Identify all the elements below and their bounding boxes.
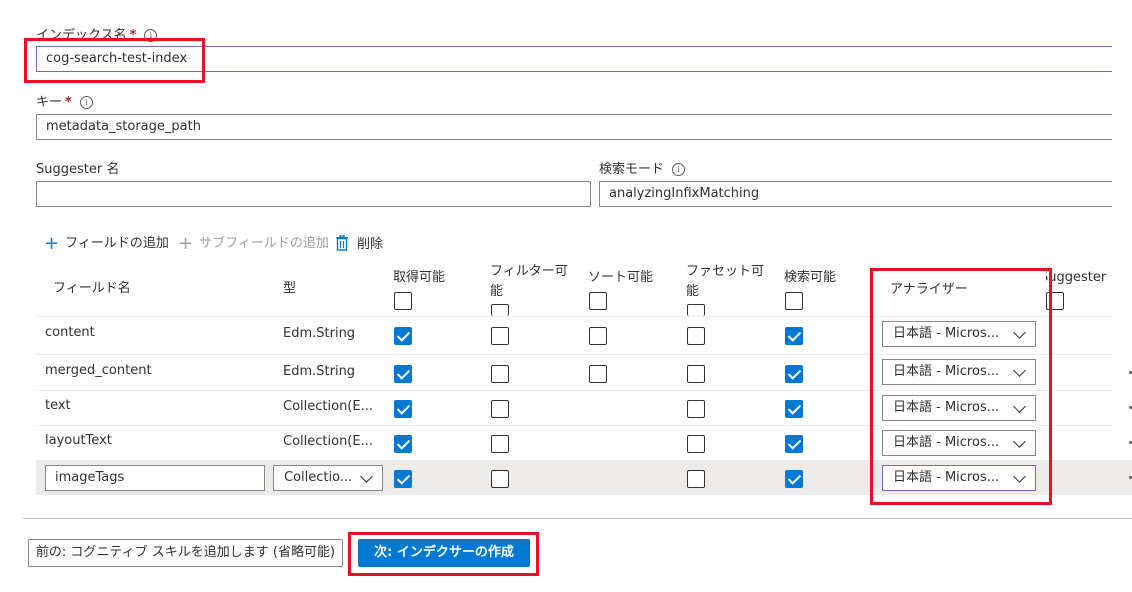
column-header-field-name: フィールド名 — [53, 281, 131, 296]
facetable-checkbox[interactable] — [687, 400, 705, 418]
delete-button[interactable]: 削除 — [335, 233, 383, 255]
retrievable-checkbox[interactable] — [394, 365, 412, 383]
select-all-sortable-checkbox[interactable] — [589, 292, 607, 310]
column-header-type: 型 — [283, 281, 297, 296]
facetable-checkbox[interactable] — [687, 327, 705, 345]
highlight-next-button — [348, 532, 539, 576]
field-name-input[interactable]: imageTags — [45, 465, 265, 491]
filterable-checkbox[interactable] — [491, 435, 509, 453]
column-header-sortable: ソート可能 — [588, 270, 654, 285]
column-header-retrievable: 取得可能 — [393, 270, 446, 285]
info-icon[interactable]: i — [672, 163, 686, 176]
searchable-checkbox[interactable] — [785, 400, 803, 418]
key-input[interactable]: metadata_storage_path — [36, 114, 1112, 140]
field-name[interactable]: merged_content — [45, 363, 152, 378]
info-icon[interactable]: i — [79, 96, 93, 109]
search-mode-input[interactable]: analyzingInfixMatching — [599, 181, 1112, 207]
key-label: キー * i — [36, 91, 93, 110]
filterable-checkbox[interactable] — [491, 470, 509, 488]
facetable-checkbox[interactable] — [687, 470, 705, 488]
field-type[interactable]: Collection(E... — [283, 399, 373, 414]
add-subfield-button[interactable]: + サブフィールドの追加 — [178, 232, 329, 254]
trash-icon — [335, 234, 349, 255]
field-type[interactable]: Edm.String — [283, 364, 355, 379]
footer-divider — [22, 518, 1132, 519]
facetable-checkbox[interactable] — [687, 435, 705, 453]
column-header-filterable: フィルター可 能 — [490, 264, 568, 299]
previous-button[interactable]: 前の: コグニティブ スキルを追加します (省略可能) — [28, 539, 343, 567]
filterable-checkbox[interactable] — [491, 400, 509, 418]
plus-icon: + — [178, 233, 194, 254]
field-name[interactable]: layoutText — [45, 433, 112, 448]
sortable-checkbox[interactable] — [589, 327, 607, 345]
column-header-facetable: ファセット可 能 — [686, 264, 765, 299]
highlight-analyzer-column — [870, 268, 1052, 505]
suggester-name-label: Suggester 名 — [36, 162, 120, 177]
select-all-filterable-checkbox[interactable] — [491, 304, 509, 316]
add-field-button[interactable]: + フィールドの追加 — [44, 232, 169, 254]
retrievable-checkbox[interactable] — [394, 470, 412, 488]
filterable-checkbox[interactable] — [491, 327, 509, 345]
sortable-checkbox[interactable] — [589, 365, 607, 383]
field-name[interactable]: text — [45, 398, 71, 413]
field-name[interactable]: content — [45, 325, 95, 340]
facetable-checkbox[interactable] — [687, 365, 705, 383]
suggester-name-input[interactable] — [36, 181, 591, 207]
retrievable-checkbox[interactable] — [394, 327, 412, 345]
select-all-searchable-checkbox[interactable] — [785, 292, 803, 310]
chevron-down-icon — [360, 470, 373, 483]
column-header-suggester: Suggester — [1046, 270, 1107, 285]
searchable-checkbox[interactable] — [785, 435, 803, 453]
plus-icon: + — [44, 233, 60, 254]
searchable-checkbox[interactable] — [785, 470, 803, 488]
field-type[interactable]: Collection(E... — [283, 434, 373, 449]
highlight-index-name — [24, 38, 205, 83]
select-all-retrievable-checkbox[interactable] — [394, 292, 412, 310]
filterable-checkbox[interactable] — [491, 365, 509, 383]
searchable-checkbox[interactable] — [785, 365, 803, 383]
field-type[interactable]: Edm.String — [283, 326, 355, 341]
select-all-facetable-checkbox[interactable] — [687, 304, 705, 316]
field-type-dropdown[interactable]: Collectio... — [273, 465, 383, 491]
search-mode-label: 検索モード i — [599, 158, 686, 177]
retrievable-checkbox[interactable] — [394, 435, 412, 453]
column-header-searchable: 検索可能 — [784, 270, 837, 285]
searchable-checkbox[interactable] — [785, 327, 803, 345]
retrievable-checkbox[interactable] — [394, 400, 412, 418]
